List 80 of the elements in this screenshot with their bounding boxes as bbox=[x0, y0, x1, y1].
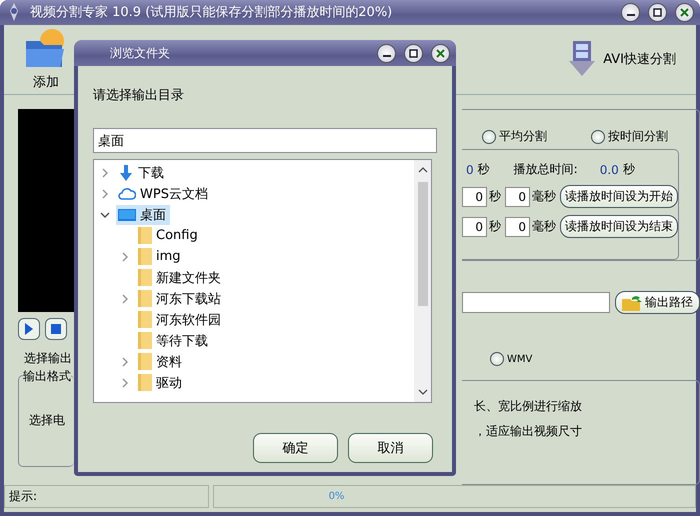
dialog-button[interactable]: 取消 bbox=[348, 433, 433, 463]
read-time-button[interactable]: 读播放时间设为结束 bbox=[560, 215, 678, 238]
milliseconds-field[interactable]: 0 bbox=[505, 186, 530, 207]
minimize-button[interactable] bbox=[377, 44, 396, 62]
total-time-value: 0.0 bbox=[600, 162, 619, 177]
total-time-label: 播放总时间: bbox=[514, 161, 578, 178]
unit-label: 秒 bbox=[489, 218, 501, 236]
scroll-up-icon[interactable] bbox=[418, 166, 428, 174]
close-icon bbox=[680, 8, 689, 17]
folder-tree-item[interactable]: 桌面 bbox=[116, 204, 170, 224]
format-hint: 选择电 bbox=[29, 412, 65, 430]
folder-tree-item[interactable]: 资料 bbox=[136, 352, 186, 372]
folder-tree-item[interactable]: 下载 bbox=[116, 162, 168, 182]
unit-label: 毫秒 bbox=[532, 218, 556, 236]
unit-label: 秒 bbox=[622, 161, 635, 178]
folder-icon bbox=[138, 227, 152, 244]
output-label: 选择输出 bbox=[24, 350, 73, 368]
folder-icon bbox=[138, 332, 152, 349]
seconds-field[interactable]: 0 bbox=[462, 186, 487, 207]
milliseconds-field[interactable]: 0 bbox=[505, 216, 530, 237]
folder-icon bbox=[138, 290, 152, 307]
folder-icon bbox=[138, 353, 152, 370]
close-icon bbox=[436, 48, 445, 58]
play-button[interactable] bbox=[18, 318, 40, 340]
seconds-field[interactable]: 0 bbox=[462, 216, 487, 237]
folder-icon bbox=[138, 269, 152, 286]
maximize-icon bbox=[409, 48, 418, 58]
folder-tree-item[interactable]: WPS云文档 bbox=[116, 184, 212, 204]
output-path-button[interactable]: 输出路径 bbox=[615, 291, 700, 314]
unit-label: 秒 bbox=[489, 188, 501, 206]
status-label: 提示: bbox=[9, 488, 38, 506]
unit-label: 毫秒 bbox=[532, 188, 556, 206]
scroll-down-icon[interactable] bbox=[418, 388, 428, 396]
folder-icon bbox=[138, 311, 152, 328]
maximize-button[interactable] bbox=[404, 44, 423, 62]
stop-icon bbox=[51, 324, 61, 334]
progress-text: 0% bbox=[328, 491, 344, 502]
maximize-button[interactable] bbox=[648, 2, 667, 22]
radio-button[interactable] bbox=[482, 130, 496, 144]
radio-button[interactable] bbox=[591, 130, 605, 144]
maximize-icon bbox=[653, 8, 662, 17]
folder-path-field[interactable]: 桌面 bbox=[93, 128, 437, 153]
segment-time-value: 0 bbox=[466, 162, 474, 177]
download-icon bbox=[118, 164, 134, 180]
minimize-icon bbox=[382, 55, 390, 57]
monitor-icon bbox=[118, 208, 136, 222]
folder-tree-item[interactable]: 驱动 bbox=[136, 372, 186, 392]
folder-tree-item[interactable]: 河东下载站 bbox=[136, 288, 225, 308]
read-time-button[interactable]: 读播放时间设为开始 bbox=[560, 185, 678, 208]
folder-icon bbox=[622, 294, 642, 311]
radio-label: 平均分割 bbox=[499, 128, 547, 146]
folder-tree-item[interactable]: img bbox=[136, 246, 185, 266]
folder-tree-item[interactable]: 河东软件园 bbox=[136, 310, 225, 330]
unit-label: 秒 bbox=[478, 161, 490, 178]
folder-icon bbox=[138, 374, 152, 391]
dialog-prompt: 请选择输出目录 bbox=[93, 87, 185, 104]
folder-tree-item[interactable]: 等待下载 bbox=[136, 330, 212, 350]
dialog-button[interactable]: 确定 bbox=[253, 433, 338, 463]
stop-button[interactable] bbox=[45, 318, 67, 340]
cloud-icon bbox=[118, 186, 136, 200]
output-path-field[interactable] bbox=[462, 292, 610, 314]
minimize-icon bbox=[626, 14, 634, 16]
scale-note: ，适应输出视频尺寸 bbox=[474, 423, 583, 440]
toolbar-button[interactable]: 添加 bbox=[18, 24, 74, 94]
window-title: 视频分割专家 10.9 (试用版只能保存分割部分播放时间的20%) bbox=[30, 4, 394, 22]
scrollbar[interactable] bbox=[414, 160, 431, 402]
play-icon bbox=[25, 323, 33, 336]
close-button[interactable] bbox=[675, 2, 694, 22]
radio-button[interactable] bbox=[490, 352, 504, 366]
folder-icon bbox=[138, 248, 152, 265]
folder-tree-item[interactable]: Config bbox=[136, 226, 202, 246]
close-button[interactable] bbox=[431, 44, 450, 62]
folder-tree-item[interactable]: 新建文件夹 bbox=[136, 268, 225, 288]
scale-note: 长、宽比例进行缩放 bbox=[474, 398, 583, 416]
minimize-button[interactable] bbox=[621, 2, 640, 22]
toolbar-button[interactable]: AVI快速分割 bbox=[563, 24, 680, 94]
film-download-icon bbox=[567, 41, 598, 78]
dialog-title: 浏览文件夹 bbox=[110, 44, 171, 62]
format-label: WMV bbox=[507, 354, 532, 365]
radio-label: 按时间分割 bbox=[608, 128, 668, 146]
